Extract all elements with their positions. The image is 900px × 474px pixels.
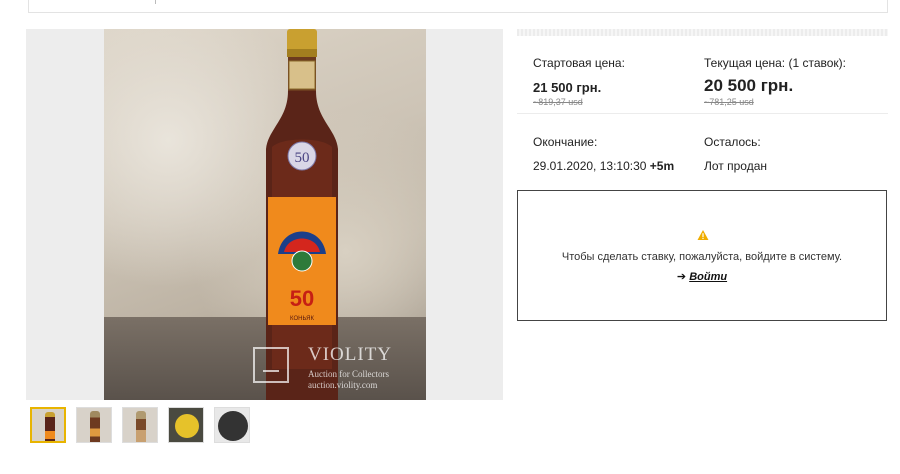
remaining-value: Лот продан <box>704 159 767 173</box>
arrow-right-icon: ➔ <box>676 271 687 283</box>
thumbnail-3[interactable] <box>122 407 158 443</box>
panel-stripe <box>517 29 888 36</box>
remaining-label: Осталось: <box>704 135 761 149</box>
svg-text:50: 50 <box>290 286 314 311</box>
svg-text:50: 50 <box>295 150 310 166</box>
login-prompt-box: Чтобы сделать ставку, пожалуйста, войдит… <box>517 190 887 321</box>
violity-watermark-logo <box>253 347 289 383</box>
current-price-value: 20 500 грн. <box>704 76 794 95</box>
login-link[interactable]: Войти <box>689 271 727 283</box>
divider <box>155 0 156 4</box>
main-lot-photo[interactable]: 50 50 КОНЬЯК VIOLITY Auction for Collect… <box>104 29 426 400</box>
login-link-row: ➔ Войти <box>518 270 886 283</box>
end-extension: +5m <box>649 159 675 173</box>
current-price-usd: ~781,25 usd <box>704 97 754 107</box>
thumbnail-5[interactable] <box>214 407 250 443</box>
watermark-url: auction.violity.com <box>308 380 378 390</box>
thumbnail-1[interactable] <box>30 407 66 443</box>
watermark-subtitle: Auction for Collectors auction.violity.c… <box>308 369 389 391</box>
lot-gallery[interactable]: 50 50 КОНЬЯК VIOLITY Auction for Collect… <box>26 29 503 400</box>
top-bar <box>28 0 888 13</box>
thumbnail-4[interactable] <box>168 407 204 443</box>
login-message: Чтобы сделать ставку, пожалуйста, войдит… <box>561 251 843 263</box>
end-datetime: 29.01.2020, 13:10:30 <box>533 159 647 173</box>
timing-section: Окончание: 29.01.2020, 13:10:30 +5m Оста… <box>517 114 888 189</box>
warning-icon <box>697 230 709 240</box>
end-time-value: 29.01.2020, 13:10:30 +5m <box>533 159 674 173</box>
end-time-label: Окончание: <box>533 135 598 149</box>
current-price-label: Текущая цена: (1 ставок): <box>704 56 847 70</box>
thumbnail-strip <box>30 407 250 445</box>
thumbnail-2[interactable] <box>76 407 112 443</box>
start-price-label: Стартовая цена: <box>533 56 625 70</box>
price-section: Стартовая цена: 21 500 грн. ~819,37 usd … <box>517 36 888 114</box>
start-price-usd: ~819,37 usd <box>533 97 583 107</box>
watermark-title: VIOLITY <box>308 344 393 365</box>
svg-text:КОНЬЯК: КОНЬЯК <box>290 316 314 322</box>
watermark-tagline: Auction for Collectors <box>308 369 389 379</box>
lot-info-panel: Стартовая цена: 21 500 грн. ~819,37 usd … <box>517 29 888 189</box>
start-price-value: 21 500 грн. <box>533 80 602 95</box>
